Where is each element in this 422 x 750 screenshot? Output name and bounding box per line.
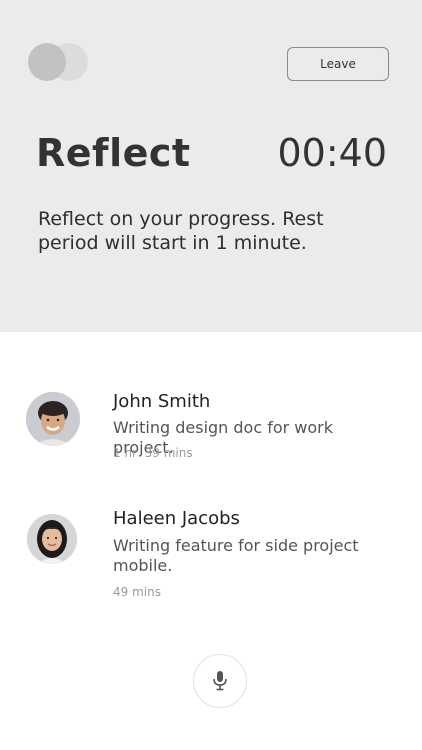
avatar [27,514,77,564]
phase-description: Reflect on your progress. Rest period wi… [38,208,324,254]
microphone-icon [213,671,227,691]
participant-name: Haleen Jacobs [113,508,240,529]
microphone-button[interactable] [193,654,247,708]
participant-duration: 1 hr 39 mins [113,446,193,460]
page-title: Reflect [36,131,191,175]
reflect-screen: Leave Reflect 00:40 Reflect on your prog… [0,0,422,750]
avatar-john-smith [26,392,80,446]
avatar [26,392,80,446]
countdown-timer: 00:40 [277,131,387,175]
header-panel: Leave Reflect 00:40 Reflect on your prog… [0,0,422,332]
participant-duration: 49 mins [113,585,161,599]
logo-circle-front [28,43,66,81]
leave-button[interactable]: Leave [287,47,389,81]
avatar-haleen-jacobs [27,514,77,564]
participant-task: Writing feature for side project mobile. [113,536,359,575]
participant-name: John Smith [113,391,211,412]
logo-icon [28,43,90,81]
